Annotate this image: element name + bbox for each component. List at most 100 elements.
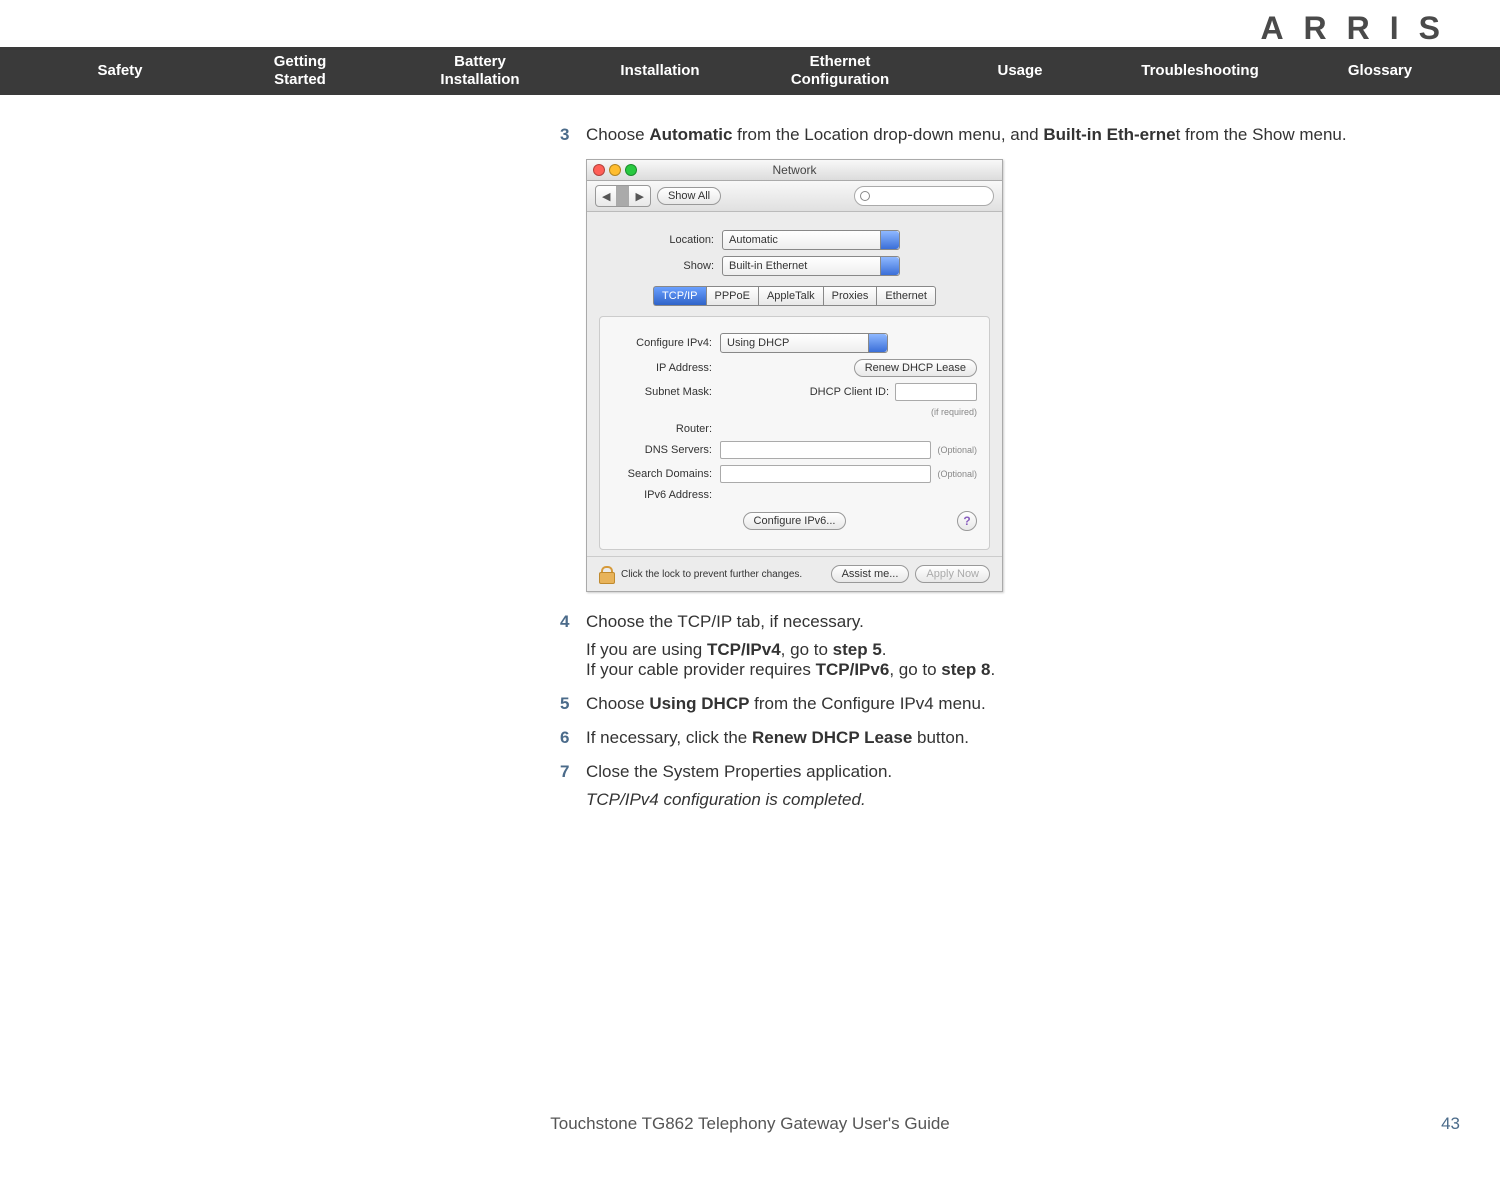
- step-number: 5: [560, 694, 586, 714]
- apply-now-button[interactable]: Apply Now: [915, 565, 990, 583]
- step-6: 6 If necessary, click the Renew DHCP Lea…: [560, 728, 1460, 748]
- close-icon[interactable]: [593, 164, 605, 176]
- renew-dhcp-lease-button[interactable]: Renew DHCP Lease: [854, 359, 977, 377]
- back-forward-buttons[interactable]: ◀ ▶: [595, 185, 651, 207]
- show-all-button[interactable]: Show All: [657, 187, 721, 205]
- page-number: 43: [1441, 1114, 1460, 1134]
- tab-proxies[interactable]: Proxies: [823, 286, 877, 306]
- dhcp-client-id-label: DHCP Client ID:: [810, 386, 889, 398]
- bold-text: step 8: [941, 660, 990, 679]
- tab-bar: TCP/IP PPPoE AppleTalk Proxies Ethernet: [599, 286, 990, 306]
- show-select[interactable]: Built-in Ethernet: [722, 256, 900, 276]
- text: Choose: [586, 125, 649, 144]
- nav-battery-installation[interactable]: Battery Installation: [390, 53, 570, 89]
- select-value: Using DHCP: [727, 337, 789, 349]
- search-input[interactable]: [854, 186, 994, 206]
- zoom-icon[interactable]: [625, 164, 637, 176]
- text: If you are using: [586, 640, 707, 659]
- step-7: 7 Close the System Properties applicatio…: [560, 762, 1460, 810]
- help-icon[interactable]: ?: [957, 511, 977, 531]
- nav-troubleshooting[interactable]: Troubleshooting: [1110, 62, 1290, 80]
- back-arrow-icon[interactable]: ◀: [596, 190, 616, 203]
- lock-bar: Click the lock to prevent further change…: [587, 556, 1002, 591]
- configure-ipv4-label: Configure IPv4:: [612, 337, 720, 349]
- bold-text: step 5: [833, 640, 882, 659]
- tcpip-panel: Configure IPv4: Using DHCP IP Address: R…: [599, 316, 990, 550]
- step-4: 4 Choose the TCP/IP tab, if necessary. I…: [560, 612, 1460, 680]
- tab-tcpip[interactable]: TCP/IP: [653, 286, 705, 306]
- select-value: Automatic: [729, 234, 778, 246]
- text: If necessary, click the: [586, 728, 752, 747]
- optional-note: (Optional): [937, 445, 977, 455]
- minimize-icon[interactable]: [609, 164, 621, 176]
- step-5: 5 Choose Using DHCP from the Configure I…: [560, 694, 1460, 714]
- forward-arrow-icon[interactable]: ▶: [629, 190, 649, 203]
- italic-text: TCP/IPv4 configuration is completed.: [586, 790, 1460, 810]
- router-label: Router:: [612, 423, 720, 435]
- nav-usage[interactable]: Usage: [930, 62, 1110, 80]
- subnet-mask-label: Subnet Mask:: [612, 386, 720, 398]
- text: If your cable provider requires: [586, 660, 816, 679]
- bold-text: Renew DHCP Lease: [752, 728, 912, 747]
- search-domains-label: Search Domains:: [612, 468, 720, 480]
- step-text: Choose Using DHCP from the Configure IPv…: [586, 694, 1460, 714]
- top-nav: Safety Getting Started Battery Installat…: [0, 47, 1500, 95]
- bold-text: Built-in Eth-erne: [1043, 125, 1175, 144]
- ipv6-address-label: IPv6 Address:: [612, 489, 720, 501]
- configure-ipv6-button[interactable]: Configure IPv6...: [743, 512, 847, 530]
- dhcp-client-id-input[interactable]: [895, 383, 977, 401]
- if-required-note: (if required): [612, 407, 977, 417]
- window-titlebar: Network: [587, 160, 1002, 181]
- location-select[interactable]: Automatic: [722, 230, 900, 250]
- step-number: 7: [560, 762, 586, 810]
- footer-title: Touchstone TG862 Telephony Gateway User'…: [40, 1114, 1460, 1134]
- page-footer: Touchstone TG862 Telephony Gateway User'…: [0, 1114, 1500, 1164]
- window-title: Network: [772, 163, 816, 177]
- tab-appletalk[interactable]: AppleTalk: [758, 286, 823, 306]
- text: button.: [912, 728, 969, 747]
- page-content: 3 Choose Automatic from the Location dro…: [0, 95, 1500, 834]
- traffic-lights: [593, 164, 637, 176]
- lock-text: Click the lock to prevent further change…: [621, 569, 831, 580]
- step-number: 6: [560, 728, 586, 748]
- assist-me-button[interactable]: Assist me...: [831, 565, 910, 583]
- text: from the Configure IPv4 menu.: [749, 694, 985, 713]
- step-text: Close the System Properties application.…: [586, 762, 1460, 810]
- brand-logo: ARRIS: [0, 0, 1500, 47]
- bold-text: TCP/IPv4: [707, 640, 781, 659]
- text: , go to: [889, 660, 941, 679]
- text: Choose the TCP/IP tab, if necessary.: [586, 612, 1460, 632]
- dns-servers-label: DNS Servers:: [612, 444, 720, 456]
- configure-ipv4-select[interactable]: Using DHCP: [720, 333, 888, 353]
- text: t from the Show menu.: [1176, 125, 1347, 144]
- text: from the Location drop-down menu, and: [732, 125, 1043, 144]
- optional-note: (Optional): [937, 469, 977, 479]
- tab-pppoe[interactable]: PPPoE: [706, 286, 758, 306]
- nav-glossary[interactable]: Glossary: [1290, 62, 1470, 80]
- search-domains-input[interactable]: [720, 465, 931, 483]
- lock-icon[interactable]: [599, 566, 613, 582]
- ip-address-label: IP Address:: [612, 362, 720, 374]
- nav-ethernet-configuration[interactable]: Ethernet Configuration: [750, 53, 930, 89]
- step-3: 3 Choose Automatic from the Location dro…: [560, 125, 1460, 145]
- bold-text: TCP/IPv6: [816, 660, 890, 679]
- text: .: [990, 660, 995, 679]
- bold-text: Automatic: [649, 125, 732, 144]
- show-label: Show:: [599, 260, 722, 272]
- text: , go to: [781, 640, 833, 659]
- step-number: 4: [560, 612, 586, 680]
- nav-safety[interactable]: Safety: [30, 62, 210, 80]
- text: Choose: [586, 694, 649, 713]
- step-number: 3: [560, 125, 586, 145]
- location-label: Location:: [599, 234, 722, 246]
- window-toolbar: ◀ ▶ Show All: [587, 181, 1002, 212]
- nav-installation[interactable]: Installation: [570, 62, 750, 80]
- step-text: Choose Automatic from the Location drop-…: [586, 125, 1460, 145]
- step-text: If necessary, click the Renew DHCP Lease…: [586, 728, 1460, 748]
- text: Close the System Properties application.: [586, 762, 1460, 782]
- tab-ethernet[interactable]: Ethernet: [876, 286, 936, 306]
- macos-network-window: Network ◀ ▶ Show All Location: Automatic…: [586, 159, 1003, 592]
- select-value: Built-in Ethernet: [729, 260, 807, 272]
- dns-servers-input[interactable]: [720, 441, 931, 459]
- nav-getting-started[interactable]: Getting Started: [210, 53, 390, 89]
